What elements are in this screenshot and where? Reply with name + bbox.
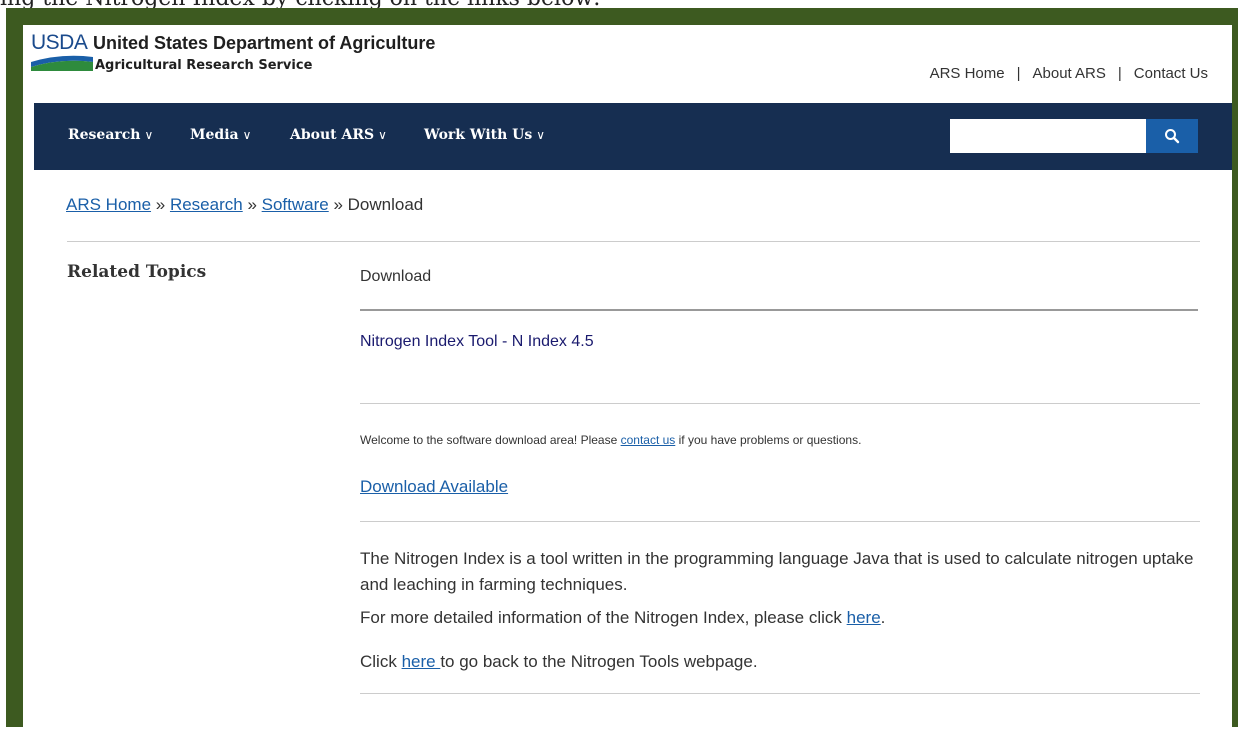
page-frame: USDA United States Department of Agricul… [6,8,1238,735]
search-button[interactable] [1146,119,1198,153]
chevron-down-icon: ∨ [144,128,154,142]
contact-us-link[interactable]: Contact Us [1134,65,1208,82]
welcome-prefix: Welcome to the software download area! P… [360,433,621,447]
more-info-text: For more detailed information of the Nit… [360,608,885,628]
back-prefix: Click [360,652,402,671]
nav-research[interactable]: Research ∨ [68,127,153,143]
chevron-down-icon: ∨ [242,128,252,142]
breadcrumb-separator: » [333,195,348,214]
utility-nav: ARS Home | About ARS | Contact Us [930,65,1208,82]
usda-swoosh-icon [31,55,93,71]
nav-media-label: Media [190,127,239,143]
contact-us-inline-link[interactable]: contact us [621,433,676,447]
nav-about-ars-label: About ARS [290,127,375,143]
divider [360,521,1200,522]
related-topics-heading: Related Topics [67,262,207,282]
nav-research-label: Research [68,127,141,143]
divider [67,241,1200,242]
nav-work-with-us[interactable]: Work With Us ∨ [424,127,545,143]
divider [360,693,1200,694]
breadcrumb-separator: » [155,195,170,214]
search-input[interactable] [950,119,1146,153]
site-header: USDA United States Department of Agricul… [23,25,1232,95]
department-title[interactable]: United States Department of Agriculture [93,33,435,54]
usda-logo-text: USDA [31,31,88,54]
breadcrumb-research[interactable]: Research [170,195,243,214]
welcome-suffix: if you have problems or questions. [675,433,862,447]
chevron-down-icon: ∨ [536,128,546,142]
page-caption: ing the Nitrogen Index by clicking on th… [0,0,601,8]
more-info-suffix: . [880,608,886,627]
tool-name: Nitrogen Index Tool - N Index 4.5 [360,333,594,350]
nav-media[interactable]: Media ∨ [190,127,251,143]
breadcrumb-current: Download [347,195,424,214]
util-separator: | [1117,65,1122,82]
download-available-link[interactable]: Download Available [360,477,508,497]
util-separator: | [1016,65,1021,82]
nav-work-with-us-label: Work With Us [424,127,533,143]
more-info-here-link[interactable]: here [847,608,881,627]
title-underline [360,309,1198,311]
ars-home-link[interactable]: ARS Home [930,65,1005,82]
breadcrumb-ars-home[interactable]: ARS Home [66,195,151,214]
main-nav: Research ∨ Media ∨ About ARS ∨ Work With Us… [34,103,1232,170]
breadcrumb-separator: » [247,195,262,214]
usda-logo[interactable]: USDA [31,31,93,71]
back-text: Click here to go back to the Nitrogen To… [360,652,758,672]
back-suffix: to go back to the Nitrogen Tools webpage… [440,652,758,671]
welcome-text: Welcome to the software download area! P… [360,433,861,447]
back-here-link[interactable]: here [402,652,441,671]
about-ars-link[interactable]: About ARS [1033,65,1106,82]
page-title: Download [360,268,432,285]
more-info-prefix: For more detailed information of the Nit… [360,608,847,627]
divider [360,403,1200,404]
tool-description: The Nitrogen Index is a tool written in … [360,549,1194,594]
chevron-down-icon: ∨ [378,128,387,142]
agency-name[interactable]: Agricultural Research Service [95,58,312,73]
nav-about-ars[interactable]: About ARS ∨ [290,127,387,143]
breadcrumb: ARS Home » Research » Software » Downloa… [66,195,423,215]
search-icon [1165,129,1180,144]
breadcrumb-software[interactable]: Software [262,195,329,214]
browser-page: USDA United States Department of Agricul… [23,25,1232,735]
